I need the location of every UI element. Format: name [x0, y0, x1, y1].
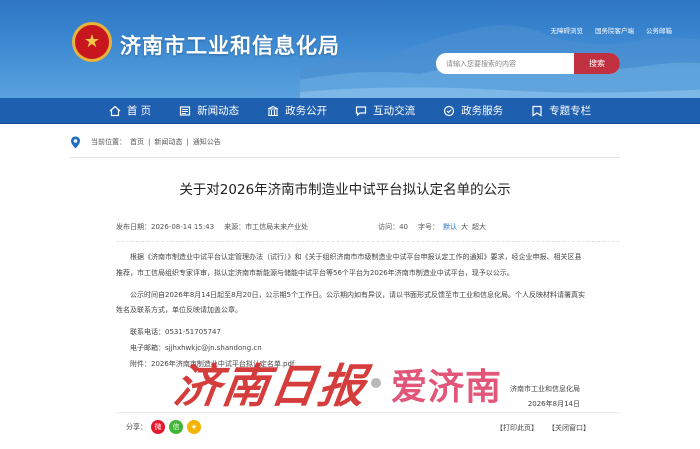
breadcrumb-item-home[interactable]: 首页	[130, 137, 144, 147]
watermark-dot	[371, 378, 381, 388]
breadcrumb-prefix: 当前位置：	[91, 138, 126, 146]
page-actions: 【打印此页】 【关闭窗口】	[496, 423, 590, 433]
article-body: 根据《济南市制造业中试平台认定管理办法（试行）》和《关于组织济南市市级制造业中试…	[116, 250, 586, 373]
article-paragraph: 根据《济南市制造业中试平台认定管理办法（试行）》和《关于组织济南市市级制造业中试…	[116, 253, 582, 277]
email-label: 电子邮箱：	[130, 343, 165, 352]
signature-org: 济南市工业和信息化局	[510, 385, 580, 393]
top-link-accessibility[interactable]: 无障碍浏览	[551, 25, 584, 35]
nav-item-interaction[interactable]: 互动交流	[341, 98, 429, 124]
breadcrumb-divider	[70, 157, 620, 158]
phone-label: 联系电话：	[130, 328, 165, 337]
nav-label: 政务服务	[461, 105, 504, 117]
phone-value: 0531-51705747	[165, 328, 221, 337]
share-bar: 分享： 微 信 ★	[126, 420, 201, 434]
close-window-button[interactable]: 【关闭窗口】	[548, 423, 590, 433]
nav-item-topics[interactable]: 专题专栏	[517, 98, 605, 124]
top-links: 无障碍浏览 国务院客户端 公务邮箱	[551, 25, 673, 35]
nav-label: 互动交流	[373, 105, 416, 117]
font-size-default[interactable]: 默认	[443, 222, 457, 232]
nav-label: 专题专栏	[549, 105, 592, 117]
views-label: 访问：	[378, 223, 400, 231]
qzone-icon[interactable]: ★	[187, 420, 201, 434]
main-nav: 首 页 新闻动态 政务公开 互动交流 政务服务 专题专栏	[0, 98, 700, 124]
service-icon	[444, 105, 455, 116]
nav-item-gov-affairs[interactable]: 政务公开	[253, 98, 341, 124]
breadcrumb-item-news[interactable]: 新闻动态	[154, 137, 182, 147]
breadcrumb: 当前位置： 首页 | 新闻动态 | 通知公告	[70, 133, 620, 151]
publish-date: 2026-08-14 15:43	[151, 223, 215, 231]
news-icon	[180, 105, 191, 116]
article-title: 关于对2026年济南市制造业中试平台拟认定名单的公示	[179, 182, 511, 198]
building-icon	[267, 105, 279, 116]
meta-divider	[116, 241, 620, 242]
search-input[interactable]	[436, 53, 574, 74]
font-size-large[interactable]: 大	[461, 222, 468, 232]
font-size-xlarge[interactable]: 超大	[472, 222, 486, 232]
contact-phone: 联系电话：0531-51705747	[116, 325, 586, 341]
attachment-label: 附件：	[130, 359, 151, 368]
search-button[interactable]: 搜索	[574, 53, 620, 74]
nav-item-home[interactable]: 首 页	[95, 98, 165, 124]
top-link-gov-app[interactable]: 国务院客户端	[595, 25, 634, 35]
font-size-label: 字号：	[418, 223, 440, 231]
location-pin-icon	[71, 136, 80, 148]
contact-email: 电子邮箱：sjjhxhwkjc@jn.shandong.cn	[116, 341, 586, 357]
source-label: 来源：	[224, 223, 246, 231]
article-meta: 发布日期： 2026-08-14 15:43 来源： 市工信局未来产业处 访问：…	[116, 222, 616, 232]
email-value: sjjhxhwkjc@jn.shandong.cn	[165, 343, 262, 352]
views-count: 40	[399, 223, 409, 231]
chat-icon	[356, 105, 367, 116]
top-link-email[interactable]: 公务邮箱	[646, 25, 672, 35]
attachment-link[interactable]: 2026年济南市制造业中试平台拟认定名单.pdf	[151, 360, 294, 368]
topic-icon	[532, 105, 542, 117]
national-emblem-icon: ★	[72, 22, 112, 62]
footer-divider	[116, 412, 620, 413]
weibo-icon[interactable]: 微	[151, 420, 165, 434]
site-header: ★ 济南市工业和信息化局 无障碍浏览 国务院客户端 公务邮箱 搜索	[0, 0, 700, 98]
breadcrumb-separator: |	[186, 138, 189, 146]
signature-date: 2026年8月14日	[527, 400, 580, 408]
nav-item-services[interactable]: 政务服务	[429, 98, 517, 124]
site-title: 济南市工业和信息化局	[120, 34, 340, 58]
wechat-icon[interactable]: 信	[169, 420, 183, 434]
breadcrumb-separator: |	[148, 138, 151, 146]
nav-label: 政务公开	[285, 105, 328, 117]
print-button[interactable]: 【打印此页】	[496, 423, 538, 433]
share-label: 分享：	[126, 423, 147, 431]
nav-item-news[interactable]: 新闻动态	[165, 98, 253, 124]
article-paragraph: 公示时间自2026年8月14日起至8月20日，公示期5个工作日。公示期内如有异议…	[116, 290, 585, 315]
breadcrumb-item-notices[interactable]: 通知公告	[193, 137, 221, 147]
search-box: 搜索	[436, 53, 620, 74]
nav-label: 新闻动态	[197, 105, 240, 117]
home-icon	[109, 105, 121, 116]
source-value: 市工信局未来产业处	[245, 223, 309, 231]
date-label: 发布日期：	[116, 223, 151, 231]
signature-block: 济南市工业和信息化局 2026年8月14日	[440, 382, 580, 412]
nav-label: 首 页	[126, 105, 152, 117]
attachment: 附件：2026年济南市制造业中试平台拟认定名单.pdf	[116, 357, 586, 373]
